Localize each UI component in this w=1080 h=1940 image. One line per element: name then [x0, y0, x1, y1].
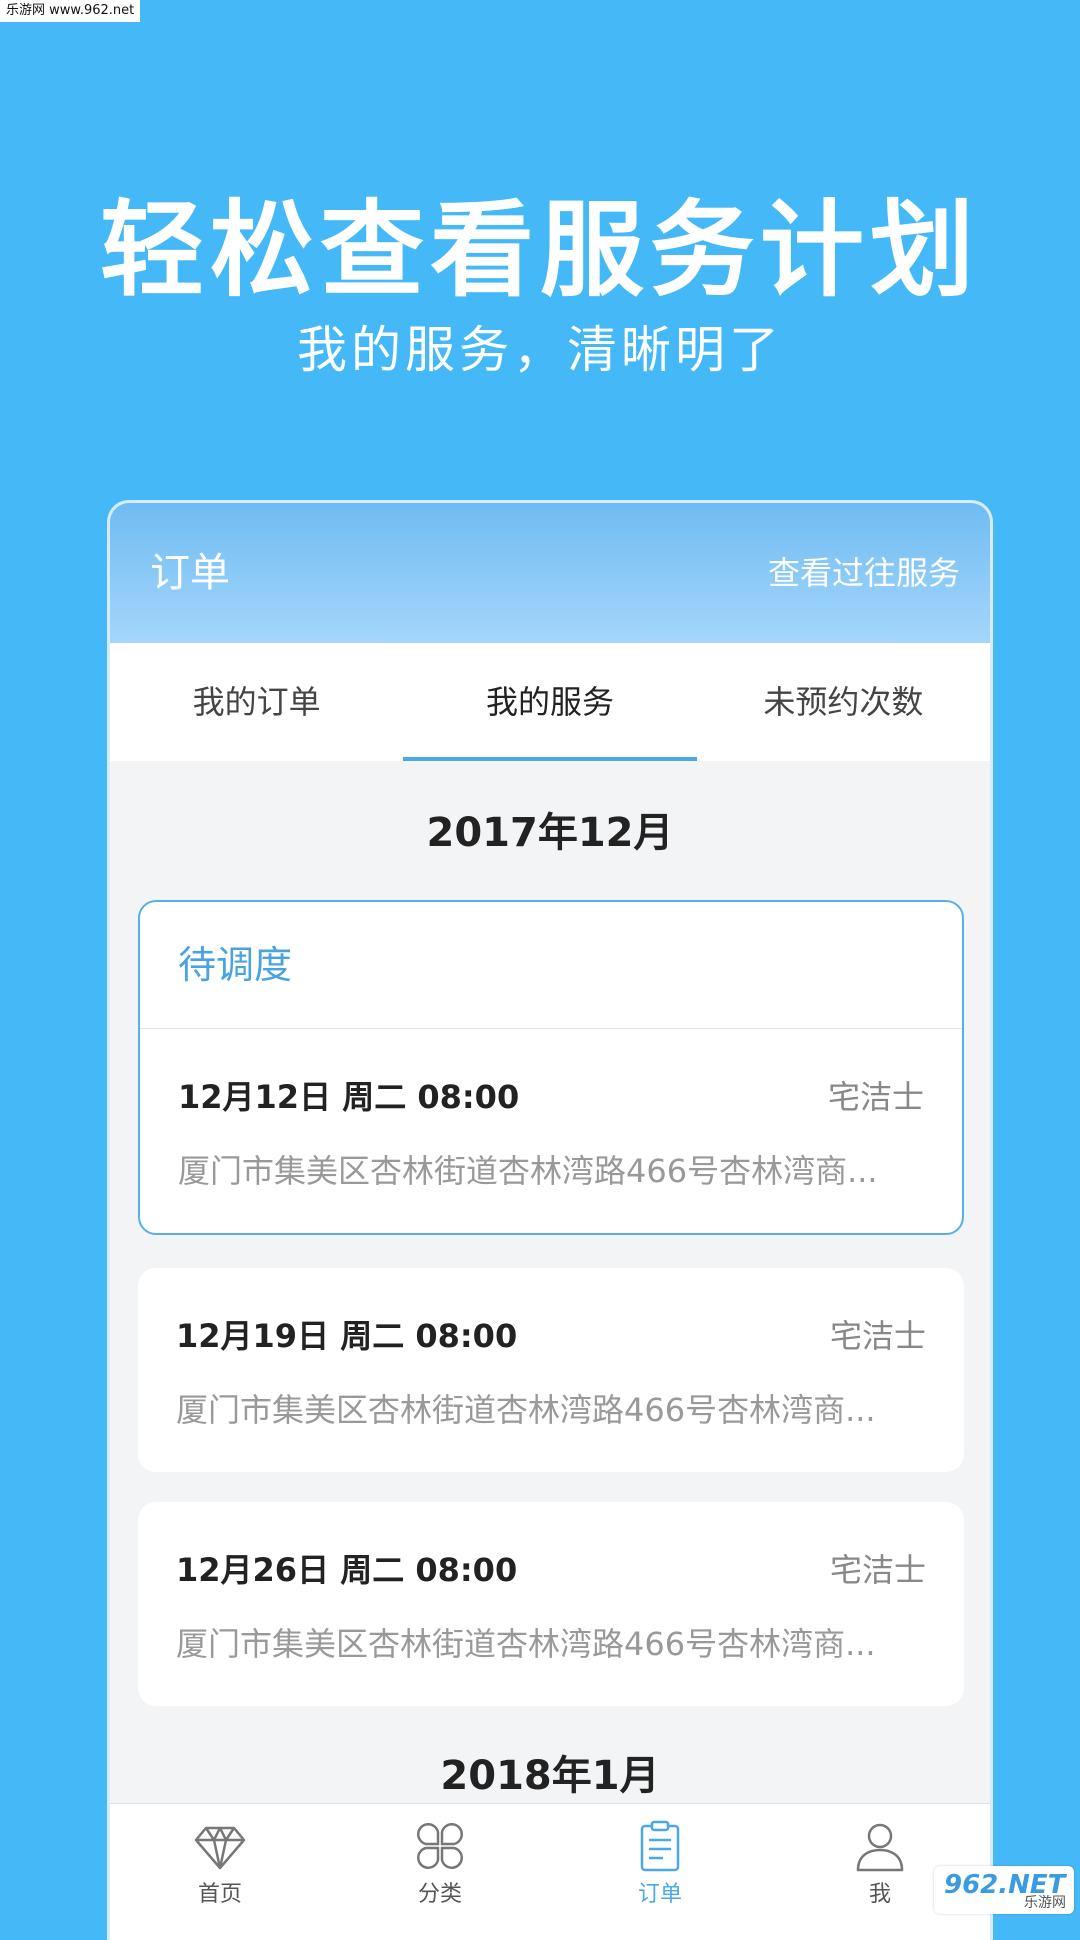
- service-datetime: 12月19日 周二 08:00: [176, 1317, 518, 1355]
- service-address: 厦门市集美区杏林街道杏林湾路466号杏林湾商...: [178, 1152, 878, 1190]
- service-datetime: 12月12日 周二 08:00: [178, 1078, 520, 1116]
- tab-unscheduled-count[interactable]: 未预约次数: [697, 643, 990, 761]
- card-body: 12月12日 周二 08:00 宅洁士 厦门市集美区杏林街道杏林湾路466号杏林…: [140, 1029, 962, 1233]
- watermark-top: 乐游网 www.962.net: [0, 0, 141, 22]
- service-provider: 宅洁士: [827, 1078, 924, 1116]
- tab-bar: 我的订单 我的服务 未预约次数: [110, 643, 990, 761]
- service-card[interactable]: 12月19日 周二 08:00 宅洁士 厦门市集美区杏林街道杏林湾路466号杏林…: [138, 1268, 964, 1472]
- nav-label: 首页: [197, 1882, 242, 1907]
- tab-my-services[interactable]: 我的服务: [403, 643, 697, 761]
- bottom-nav: 首页 分类 订单 我: [110, 1803, 990, 1940]
- month-header: 2018年1月: [440, 1753, 660, 1799]
- view-past-services-link[interactable]: 查看过往服务: [768, 551, 960, 595]
- nav-label: 订单: [637, 1882, 682, 1907]
- service-provider: 宅洁士: [829, 1551, 926, 1589]
- user-icon: [856, 1823, 904, 1872]
- month-header: 2017年12月: [426, 810, 674, 856]
- watermark-logo: 962.NET 乐游网: [934, 1866, 1074, 1914]
- card-body: 12月26日 周二 08:00 宅洁士 厦门市集美区杏林街道杏林湾路466号杏林…: [138, 1502, 964, 1706]
- clipboard-icon: [640, 1820, 680, 1872]
- grid-petals-icon: [417, 1823, 463, 1869]
- service-provider: 宅洁士: [829, 1317, 926, 1355]
- promo-subline: 我的服务，清晰明了: [297, 321, 783, 379]
- service-address: 厦门市集美区杏林街道杏林湾路466号杏林湾商...: [176, 1625, 876, 1663]
- diamond-icon: [194, 1826, 246, 1870]
- app-header: 订单 查看过往服务: [110, 503, 990, 643]
- tab-my-orders[interactable]: 我的订单: [110, 643, 403, 761]
- promo-headline: 轻松查看服务计划: [99, 189, 980, 311]
- service-datetime: 12月26日 周二 08:00: [176, 1551, 518, 1589]
- card-body: 12月19日 周二 08:00 宅洁士 厦门市集美区杏林街道杏林湾路466号杏林…: [138, 1268, 964, 1472]
- page-title: 订单: [150, 550, 230, 596]
- nav-label: 分类: [417, 1882, 462, 1907]
- phone-screen: 订单 查看过往服务 我的订单 我的服务 未预约次数 2017年12月 待调度 1…: [107, 500, 993, 1940]
- status-label: 待调度: [140, 902, 962, 1029]
- service-card[interactable]: 待调度 12月12日 周二 08:00 宅洁士 厦门市集美区杏林街道杏林湾路46…: [138, 900, 964, 1235]
- watermark-logo-cn: 乐游网: [1024, 1895, 1066, 1911]
- service-address: 厦门市集美区杏林街道杏林湾路466号杏林湾商...: [176, 1391, 876, 1429]
- service-card[interactable]: 12月26日 周二 08:00 宅洁士 厦门市集美区杏林街道杏林湾路466号杏林…: [138, 1502, 964, 1706]
